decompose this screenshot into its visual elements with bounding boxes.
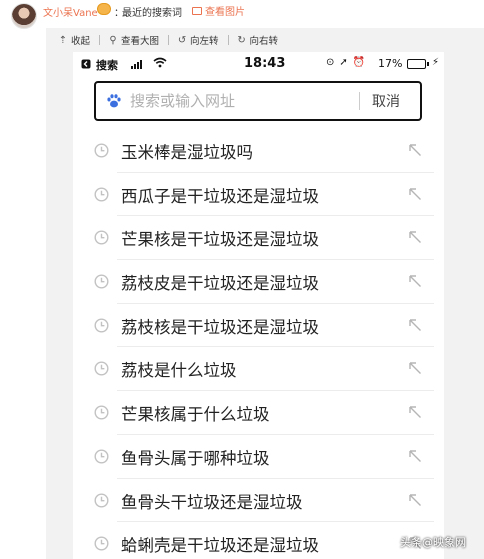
back-arrow-icon[interactable] [81,59,91,69]
collapse-icon: ⇡ [58,34,68,46]
author-name[interactable]: 文小呆Vane [43,4,98,19]
collapse-label: 收起 [71,36,91,47]
fill-query-arrow-icon[interactable] [408,449,422,463]
history-item[interactable]: 蛤蜊壳是干垃圾还是湿垃圾 [73,522,444,559]
picture-icon [192,6,202,15]
rotate-right-icon: ↻ [237,34,246,46]
history-item[interactable]: 芒果核属于什么垃圾 [73,391,444,435]
history-item[interactable]: 玉米棒是湿垃圾吗 [73,129,444,173]
fill-query-arrow-icon[interactable] [408,230,422,244]
rotate-left-icon: ↺ [177,34,187,46]
phone-screenshot: 搜索 18:43 ⊙ ➚ ⏰ 17% ⚡ 取消 [73,52,444,559]
clock-icon [94,536,109,551]
fill-query-arrow-icon[interactable] [408,493,422,507]
history-text: 鱼骨头属于哪种垃圾 [121,448,270,468]
fill-query-arrow-icon[interactable] [408,361,422,375]
search-history-list: 玉米棒是湿垃圾吗 西瓜子是干垃圾还是湿垃圾 芒果核是干垃圾还是湿垃圾 荔枝皮是干… [73,129,444,559]
battery-percent: 17% [378,57,403,70]
rotate-right-label: 向右转 [249,36,279,47]
toolbar-divider [99,35,101,45]
history-item[interactable]: 鱼骨头属于哪种垃圾 [73,435,444,479]
rotation-lock-icon: ⊙ [326,57,335,68]
watermark: 头条@映象网 [400,536,466,549]
search-divider [359,92,360,110]
alarm-icon: ⏰ [352,57,366,68]
battery-cap [427,62,429,66]
clock-icon [94,361,109,376]
signal-icon [131,59,142,69]
rotate-right-button[interactable]: ↻ 向右转 [237,33,279,48]
paw-icon [107,94,121,108]
view-picture-label: 查看图片 [205,7,245,18]
history-text: 玉米棒是湿垃圾吗 [121,143,253,162]
back-label[interactable]: 搜索 [96,57,118,73]
history-text: 芒果核是干垃圾还是湿垃圾 [121,230,319,250]
post-header: 文小呆Vane ： 最近的搜索词 查看图片 [0,0,484,30]
history-text: 荔枝核是干垃圾还是湿垃圾 [121,317,319,337]
view-picture-link[interactable]: 查看图片 [192,3,245,18]
vip-badge-icon [97,3,111,15]
history-item[interactable]: 芒果核是干垃圾还是湿垃圾 [73,216,444,260]
status-icons: ⊙ ➚ ⏰ [326,57,365,68]
view-large-button[interactable]: ⚲ 查看大图 [108,33,160,48]
zoom-icon: ⚲ [109,34,117,46]
fill-query-arrow-icon[interactable] [408,274,422,288]
history-item[interactable]: 荔枝皮是干垃圾还是湿垃圾 [73,260,444,304]
fill-query-arrow-icon[interactable] [408,405,422,419]
location-icon: ➚ [339,57,348,68]
charging-icon: ⚡ [432,57,440,68]
search-input[interactable] [130,89,350,113]
cancel-button[interactable]: 取消 [372,91,400,111]
history-item[interactable]: 荔枝核是干垃圾还是湿垃圾 [73,304,444,348]
rotate-left-label: 向左转 [190,36,219,47]
view-large-label: 查看大图 [121,36,160,47]
collapse-button[interactable]: ⇡ 收起 [58,33,91,48]
wifi-icon [153,57,167,71]
clock-icon [94,143,109,158]
history-text: 鱼骨头干垃圾还是湿垃圾 [121,492,303,512]
clock-time: 18:43 [244,56,286,71]
clock-icon [94,449,109,464]
fill-query-arrow-icon[interactable] [408,143,422,157]
history-text: 蛤蜊壳是干垃圾还是湿垃圾 [121,536,319,556]
avatar[interactable] [11,3,37,29]
history-text: 芒果核属于什么垃圾 [121,405,270,425]
clock-icon [94,274,109,289]
clock-icon [94,492,109,508]
search-bar[interactable]: 取消 [94,81,422,121]
toolbar-divider [227,35,229,45]
history-item[interactable]: 西瓜子是干垃圾还是湿垃圾 [73,173,444,217]
rotate-left-button[interactable]: ↺ 向左转 [177,33,219,48]
image-toolbar: ⇡ 收起 ⚲ 查看大图 ↺ 向左转 ↻ 向右转 [46,28,484,52]
battery-icon [407,59,426,69]
history-item[interactable]: 荔枝是什么垃圾 [73,347,444,391]
clock-icon [94,405,109,420]
clock-icon [94,318,109,333]
toolbar-divider [168,35,170,45]
clock-icon [94,187,109,202]
history-text: 西瓜子是干垃圾还是湿垃圾 [121,186,319,206]
status-bar: 搜索 18:43 ⊙ ➚ ⏰ 17% ⚡ [73,52,444,76]
history-text: 荔枝是什么垃圾 [121,361,237,381]
history-text: 荔枝皮是干垃圾还是湿垃圾 [121,274,319,294]
fill-query-arrow-icon[interactable] [408,318,422,332]
post-text: 最近的搜索词 [122,8,182,19]
clock-icon [94,230,109,245]
history-item[interactable]: 鱼骨头干垃圾还是湿垃圾 [73,479,444,523]
fill-query-arrow-icon[interactable] [408,187,422,201]
